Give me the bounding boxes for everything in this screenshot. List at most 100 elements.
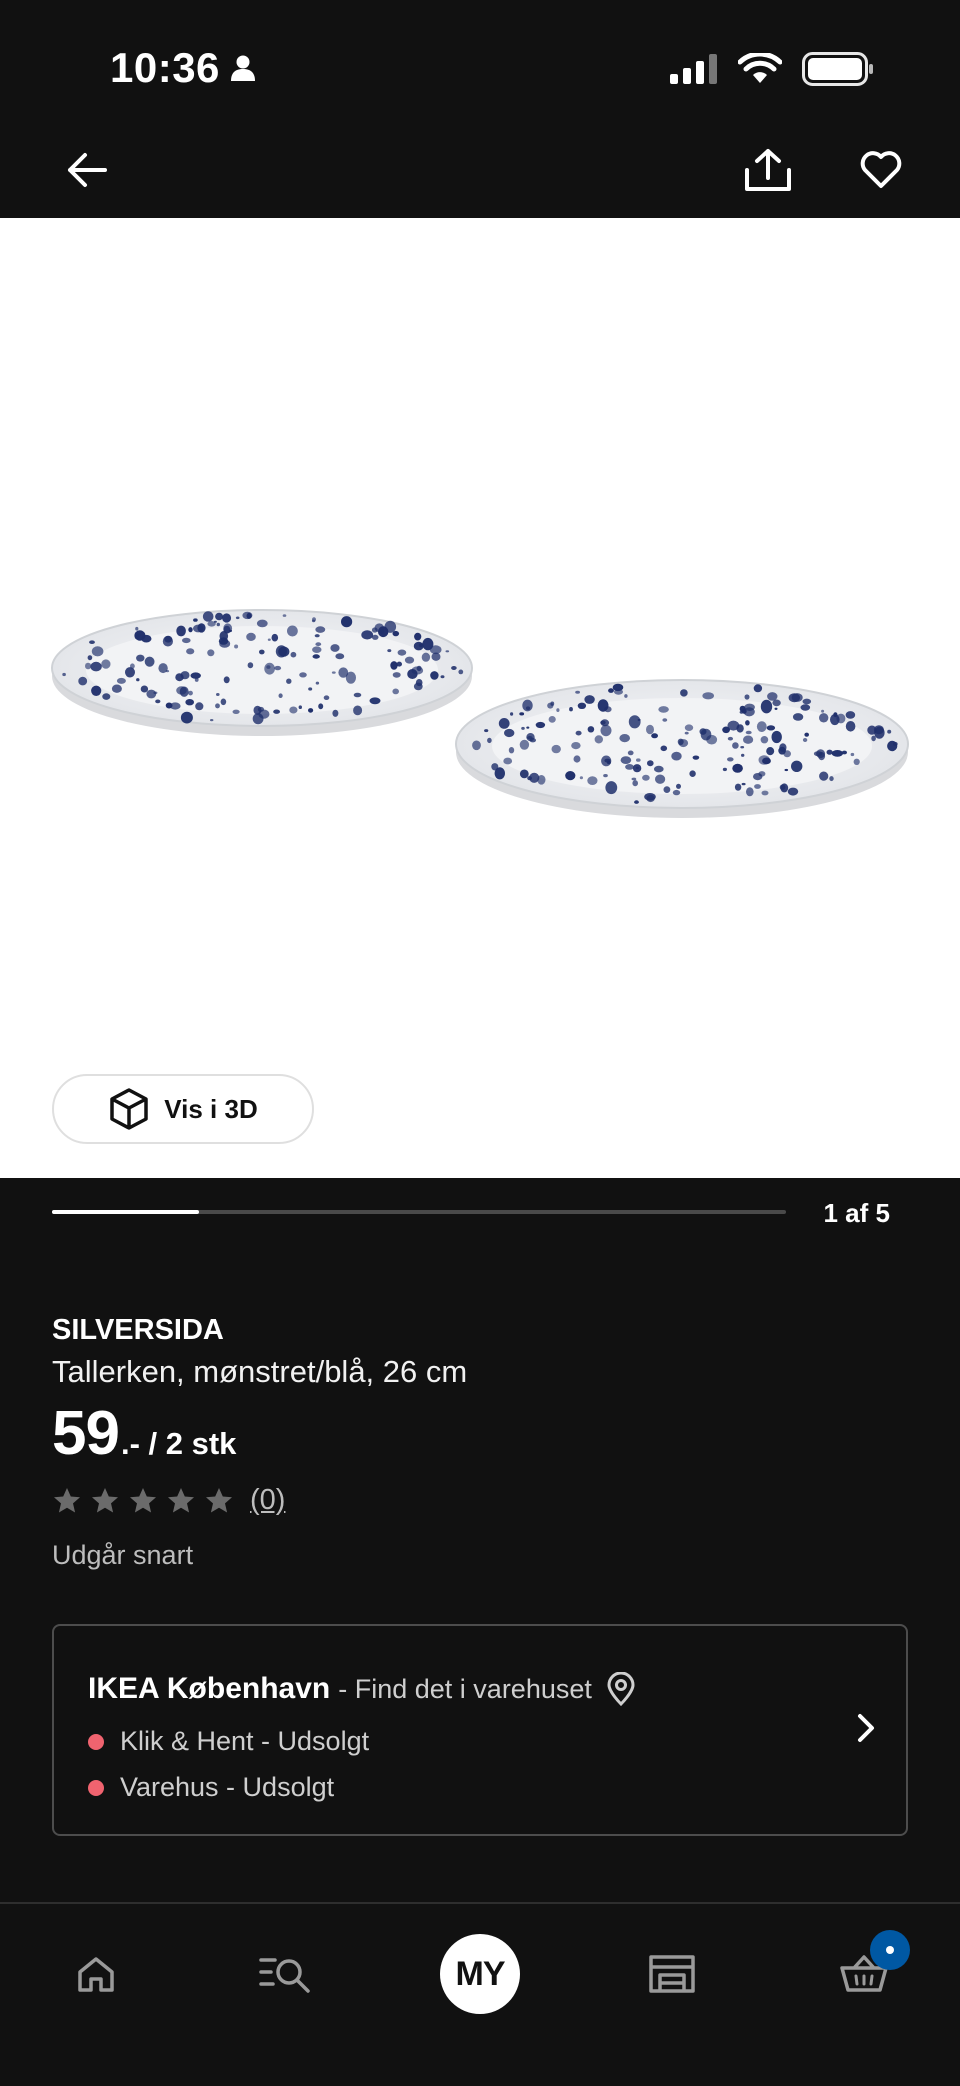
availability-note: Udgår snart bbox=[52, 1540, 194, 1570]
store-availability-card[interactable]: IKEA København - Find det i varehuset Kl… bbox=[52, 1624, 908, 1836]
speckle bbox=[758, 755, 770, 765]
speckle bbox=[579, 776, 584, 780]
product-brand: SILVERSIDA bbox=[52, 1314, 224, 1346]
product-image-gallery[interactable]: Vis i 3D bbox=[0, 218, 960, 1178]
speckle bbox=[663, 786, 671, 793]
speckle bbox=[741, 708, 747, 714]
speckle bbox=[624, 694, 628, 698]
status-indicators bbox=[670, 52, 874, 86]
speckle bbox=[732, 742, 739, 749]
speckle bbox=[484, 729, 489, 733]
speckle bbox=[331, 671, 336, 674]
back-button[interactable] bbox=[57, 140, 117, 200]
speckle bbox=[519, 712, 525, 716]
speckle bbox=[429, 645, 442, 655]
rating[interactable]: (0) bbox=[52, 1484, 285, 1517]
stock-label: Klik & Hent - Udsolgt bbox=[120, 1726, 370, 1756]
speckle bbox=[282, 614, 287, 617]
speckle bbox=[575, 730, 582, 736]
speckle bbox=[361, 630, 374, 640]
speckle bbox=[605, 781, 618, 795]
stock-row-click-collect: Klik & Hent - Udsolgt bbox=[88, 1726, 369, 1757]
location-pin-icon bbox=[607, 1672, 635, 1706]
speckle bbox=[702, 692, 714, 700]
speckle bbox=[188, 627, 193, 633]
top-nav bbox=[0, 130, 960, 220]
tab-stores[interactable] bbox=[632, 1934, 712, 2014]
rating-count[interactable]: (0) bbox=[250, 1484, 285, 1517]
speckle bbox=[202, 611, 214, 622]
speckle bbox=[503, 757, 513, 765]
view-3d-button[interactable]: Vis i 3D bbox=[52, 1074, 314, 1144]
speckle bbox=[87, 655, 93, 661]
speckle bbox=[91, 646, 104, 657]
speckle bbox=[753, 684, 763, 693]
speckle bbox=[111, 684, 122, 693]
speckle bbox=[637, 718, 641, 721]
speckle bbox=[654, 765, 664, 773]
speckle bbox=[788, 693, 800, 703]
speckle bbox=[182, 637, 191, 644]
speckle bbox=[216, 693, 220, 696]
speckle bbox=[604, 706, 612, 713]
share-button[interactable] bbox=[738, 140, 798, 200]
speckle bbox=[508, 747, 515, 754]
speckle bbox=[575, 690, 580, 694]
speckle bbox=[600, 720, 606, 725]
speckle bbox=[458, 669, 464, 675]
speckle bbox=[207, 649, 215, 657]
speckle bbox=[745, 720, 750, 726]
speckle bbox=[195, 702, 204, 711]
star-icon bbox=[92, 1487, 118, 1512]
speckle bbox=[584, 695, 595, 704]
speckle bbox=[745, 730, 752, 735]
speckle bbox=[253, 705, 262, 715]
favorite-button[interactable] bbox=[851, 140, 911, 200]
speckle bbox=[619, 734, 630, 743]
speckle bbox=[594, 735, 603, 744]
speckle bbox=[135, 626, 139, 631]
speckle bbox=[744, 694, 750, 700]
speckle bbox=[314, 634, 320, 638]
speckle bbox=[234, 644, 239, 649]
tab-cart[interactable] bbox=[824, 1930, 910, 2014]
store-chevron bbox=[856, 1712, 876, 1749]
speckle bbox=[491, 763, 499, 771]
speckle bbox=[140, 685, 149, 693]
speckle bbox=[692, 755, 700, 760]
speckle bbox=[527, 736, 533, 740]
speckle bbox=[734, 783, 742, 791]
battery-icon bbox=[802, 52, 873, 86]
speckle bbox=[247, 662, 254, 669]
speckle bbox=[89, 640, 95, 644]
product-price: 59 .- / 2 stk bbox=[52, 1398, 236, 1469]
tab-home[interactable] bbox=[56, 1934, 136, 2014]
tab-my-ikea[interactable]: MY bbox=[440, 1934, 520, 2014]
speckle bbox=[216, 622, 220, 627]
speckle bbox=[727, 736, 734, 741]
speckle bbox=[642, 774, 650, 781]
heart-icon bbox=[860, 151, 902, 188]
gallery-position-label: 1 af 5 bbox=[823, 1198, 891, 1228]
speckle bbox=[487, 737, 492, 744]
speckle bbox=[323, 695, 330, 700]
speckle bbox=[223, 676, 230, 684]
product-description: Tallerken, mønstret/blå, 26 cm bbox=[52, 1354, 468, 1389]
speckle bbox=[612, 683, 624, 692]
speckle bbox=[800, 704, 811, 711]
speckle bbox=[335, 653, 345, 660]
speckle bbox=[646, 724, 654, 735]
speckle bbox=[498, 718, 510, 729]
speckle bbox=[290, 651, 297, 658]
speckle bbox=[526, 726, 530, 729]
speckle bbox=[787, 787, 799, 796]
speckle bbox=[101, 659, 111, 669]
speckle bbox=[146, 689, 157, 699]
speckle bbox=[338, 667, 349, 678]
speckle bbox=[784, 768, 789, 772]
speckle bbox=[573, 755, 581, 763]
speckle bbox=[308, 708, 314, 713]
speckle bbox=[392, 688, 400, 695]
tab-search[interactable] bbox=[246, 1934, 326, 2014]
speckle bbox=[414, 632, 422, 641]
